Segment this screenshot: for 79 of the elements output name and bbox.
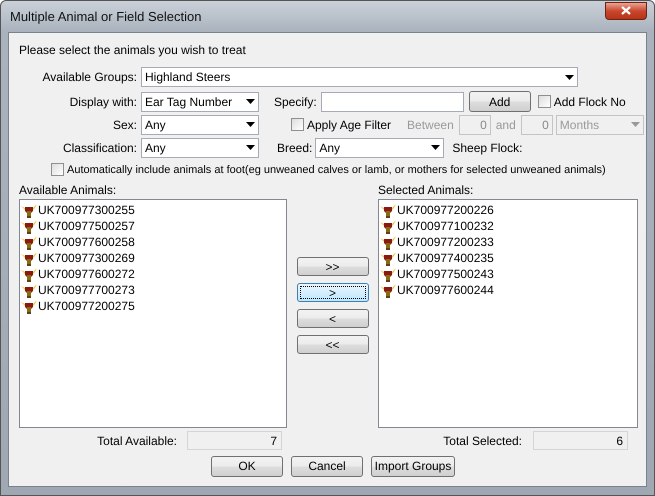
- field-label: and: [496, 118, 516, 132]
- dialog-button[interactable]: Cancel: [291, 456, 363, 476]
- animal-tag[interactable]: UK700977500257: [38, 219, 135, 233]
- dropdown-value: Any: [145, 118, 166, 132]
- cow-icon: [21, 218, 37, 234]
- sex-dropdown[interactable]: Any: [141, 114, 259, 134]
- animal-tag[interactable]: UK700977100232: [397, 219, 494, 233]
- dropdown-value: Any: [145, 140, 166, 154]
- cow-icon: [21, 250, 37, 266]
- cow-icon: [21, 266, 37, 282]
- total-count: 7: [187, 431, 282, 450]
- transfer-button[interactable]: <: [296, 309, 368, 328]
- add-button[interactable]: Add: [468, 91, 531, 112]
- cow-icon: [380, 234, 396, 250]
- animal-tag[interactable]: UK700977300269: [38, 251, 135, 265]
- animal-tag[interactable]: UK700977200275: [38, 299, 135, 313]
- animal-tag[interactable]: UK700977700273: [38, 283, 135, 297]
- cow-icon: [21, 298, 37, 314]
- dropdown-value: Ear Tag Number: [145, 94, 232, 108]
- display-dropdown[interactable]: Ear Tag Number: [141, 92, 259, 112]
- groups-dropdown[interactable]: Highland Steers: [141, 67, 578, 87]
- cow-icon: [21, 202, 37, 218]
- cow-icon: [380, 266, 396, 282]
- animal-tag[interactable]: UK700977200226: [397, 203, 494, 217]
- cow-icon: [21, 234, 37, 250]
- breed-dropdown[interactable]: Any: [315, 138, 444, 158]
- transfer-button[interactable]: >>: [296, 257, 368, 276]
- window-title: Multiple Animal or Field Selection: [9, 9, 202, 24]
- animal-tag[interactable]: UK700977600272: [38, 267, 135, 281]
- checkbox-label: Apply Age Filter: [307, 118, 392, 132]
- checkbox[interactable]: [51, 163, 64, 176]
- field-label: Display with:: [68, 94, 138, 108]
- specify-field[interactable]: [320, 92, 464, 112]
- dropdown-arrow-icon: [431, 145, 440, 150]
- animal-list[interactable]: UK700977300255 UK700977500257 UK700977600258 UK700977300269 UK700977600272 UK700977700273 UK700977200275: [19, 199, 287, 428]
- dropdown-value: Months: [560, 118, 600, 132]
- transfer-button[interactable]: <<: [296, 335, 368, 354]
- field-label: Between: [407, 118, 454, 132]
- animal-list[interactable]: UK700977200226 UK700977100232 UK700977200233 UK700977400235 UK700977500243 UK700977600244: [378, 199, 638, 428]
- animal-tag[interactable]: UK700977300255: [38, 203, 135, 217]
- dropdown-arrow-icon: [246, 122, 255, 127]
- field-label: Specify:: [274, 94, 317, 108]
- field-label: Available Groups:: [42, 70, 138, 84]
- cow-icon: [380, 250, 396, 266]
- cow-icon: [380, 202, 396, 218]
- dropdown-arrow-icon: [246, 145, 255, 150]
- animal-tag[interactable]: UK700977500243: [397, 267, 494, 281]
- list-label: Selected Animals:: [378, 183, 474, 197]
- cow-icon: [380, 282, 396, 298]
- animal-tag[interactable]: UK700977400235: [397, 251, 494, 265]
- animal-tag[interactable]: UK700977200233: [397, 235, 494, 249]
- checkbox-label: Automatically include animals at foot(eg unweaned calves or lamb, or mothers for selected unweaned animals): [67, 164, 606, 176]
- checkbox[interactable]: [291, 118, 304, 131]
- classification-dropdown[interactable]: Any: [141, 138, 259, 158]
- dropdown-arrow-icon: [246, 99, 255, 104]
- dropdown-arrow-icon: [565, 74, 574, 80]
- dropdown-arrow-icon: [630, 122, 640, 127]
- field-label: Sheep Flock:: [452, 140, 522, 154]
- dropdown-value: Highland Steers: [145, 70, 230, 84]
- total-count: 6: [533, 431, 628, 450]
- field-label: Breed:: [277, 140, 312, 154]
- instruction-text: Please select the animals you wish to treat: [19, 43, 246, 57]
- dialog-button[interactable]: Import Groups: [371, 456, 455, 476]
- total-label: Total Selected:: [442, 434, 523, 448]
- checkbox[interactable]: [538, 95, 551, 108]
- dropdown-value: Any: [319, 140, 340, 154]
- field-label: Sex:: [112, 118, 138, 132]
- transfer-button[interactable]: >: [296, 283, 368, 302]
- dialog-button[interactable]: OK: [211, 456, 283, 476]
- field-label: Classification:: [62, 140, 138, 154]
- animal-tag[interactable]: UK700977600244: [397, 283, 494, 297]
- cow-icon: [21, 282, 37, 298]
- close-button[interactable]: [605, 2, 647, 20]
- checkbox-label: Add Flock No: [554, 94, 626, 108]
- cow-icon: [380, 218, 396, 234]
- total-label: Total Available:: [96, 434, 178, 448]
- animal-tag[interactable]: UK700977600258: [38, 235, 135, 249]
- list-label: Available Animals:: [19, 183, 118, 197]
- close-icon: [621, 6, 631, 15]
